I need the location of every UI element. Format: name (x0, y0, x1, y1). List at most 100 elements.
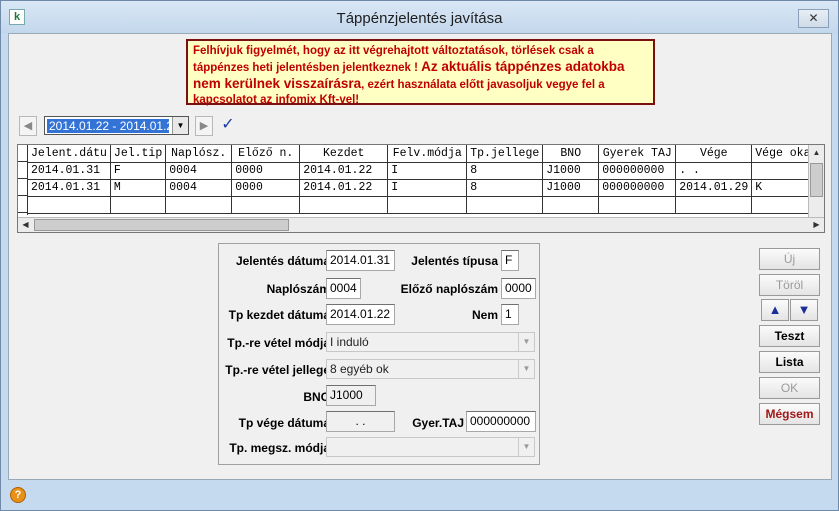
cell: I (387, 179, 468, 197)
close-button[interactable]: ✕ (798, 9, 829, 28)
new-button[interactable]: Új (759, 248, 820, 270)
jelentes-datuma-field[interactable]: 2014.01.31 (326, 250, 395, 271)
report-table: Jelent.dátu Jel.tip Naplósz. Előző n. Ke… (28, 145, 815, 214)
cell: 2014.01.31 (28, 162, 111, 180)
checkmark-icon[interactable]: ✓ (218, 115, 238, 135)
cell: . . (675, 162, 753, 180)
tp-vege-label: Tp vége dátuma (238, 416, 330, 430)
right-arrow-icon: ▶ (199, 120, 209, 132)
chevron-down-icon[interactable]: ▼ (518, 333, 534, 351)
cell: 0004 (165, 179, 233, 197)
gyer-taj-field[interactable]: 000000000 (466, 411, 536, 432)
vertical-scroll-thumb[interactable] (810, 163, 823, 197)
cell: 2014.01.22 (299, 162, 389, 180)
scroll-right-icon[interactable]: ▶ (809, 218, 824, 232)
megsz-modja-select[interactable]: ▼ (326, 437, 535, 457)
test-button[interactable]: Teszt (759, 325, 820, 347)
list-button[interactable]: Lista (759, 351, 820, 373)
vetel-modja-label: Tp.-re vétel módja (227, 336, 330, 350)
jelentes-tipusa-field[interactable]: F (501, 250, 519, 271)
horizontal-scroll-thumb[interactable] (34, 219, 289, 231)
vetel-jellege-value: 8 egyéb ok (330, 362, 389, 376)
nem-field[interactable]: 1 (501, 304, 519, 325)
client-area: Felhívjuk figyelmét, hogy az itt végreha… (8, 33, 832, 480)
report-grid[interactable]: Jelent.dátu Jel.tip Naplósz. Előző n. Ke… (17, 144, 825, 233)
window-title: Táppénzjelentés javítása (336, 10, 503, 27)
cell: 8 (466, 162, 544, 180)
jelentes-datuma-label: Jelentés dátuma (235, 254, 330, 268)
naploszam-label: Naplószám (266, 282, 330, 296)
tp-kezdet-field[interactable]: 2014.01.22 (326, 304, 395, 325)
table-header-row: Jelent.dátu Jel.tip Naplósz. Előző n. Ke… (28, 145, 815, 163)
main-window: k Táppénzjelentés javítása ✕ Felhívjuk f… (0, 0, 839, 511)
title-bar: k Táppénzjelentés javítása ✕ (1, 1, 838, 33)
cell: 2014.01.31 (28, 179, 111, 197)
col-header[interactable]: Vége oka (751, 145, 815, 163)
help-icon[interactable]: ? (10, 487, 26, 503)
row-indicator-column (18, 145, 28, 215)
cell: 000000000 (598, 179, 677, 197)
scroll-up-icon[interactable]: ▲ (809, 145, 824, 160)
col-header[interactable]: Gyerek TAJ (598, 145, 677, 163)
vertical-scrollbar[interactable]: ▲ (808, 145, 824, 217)
cell: I (387, 162, 468, 180)
col-header[interactable]: Felv.módja (387, 145, 468, 163)
nem-label: Nem (471, 308, 498, 322)
vetel-jellege-label: Tp.-re vétel jellege (225, 363, 330, 377)
table-row[interactable] (28, 196, 815, 214)
jelentes-tipusa-label: Jelentés típusa (411, 254, 498, 268)
col-header[interactable]: Előző n. (231, 145, 301, 163)
col-header[interactable]: Naplósz. (165, 145, 233, 163)
status-bar: ? (1, 481, 838, 510)
vetel-modja-select[interactable]: I induló ▼ (326, 332, 535, 352)
next-period-button[interactable]: ▶ (195, 116, 213, 136)
bno-field[interactable]: J1000 (326, 385, 376, 406)
cell: 0004 (165, 162, 233, 180)
cell: M (110, 179, 167, 197)
scroll-left-icon[interactable]: ◀ (18, 218, 33, 232)
warning-box: Felhívjuk figyelmét, hogy az itt végreha… (186, 39, 655, 106)
move-up-button[interactable]: ▲ (761, 299, 789, 321)
horizontal-scrollbar[interactable]: ◀ ▶ (18, 217, 824, 232)
move-down-button[interactable]: ▼ (790, 299, 818, 321)
vetel-modja-value: I induló (330, 335, 369, 349)
naploszam-field[interactable]: 0004 (326, 278, 361, 299)
period-select[interactable]: 2014.01.22 - 2014.01.28 ▼ (44, 116, 189, 135)
megsz-modja-label: Tp. megsz. módja (229, 441, 330, 455)
cell: F (110, 162, 167, 180)
cell: J1000 (542, 179, 600, 197)
up-arrow-icon: ▲ (768, 302, 782, 317)
cell: J1000 (542, 162, 600, 180)
elozo-naploszam-label: Előző naplószám (400, 282, 498, 296)
cancel-button[interactable]: Mégsem (759, 403, 820, 425)
cell: K (751, 179, 815, 197)
elozo-naploszam-field[interactable]: 0000 (501, 278, 536, 299)
tp-vege-field[interactable]: . . (326, 411, 395, 432)
tp-kezdet-label: Tp kezdet dátuma (228, 308, 330, 322)
left-arrow-icon: ◀ (23, 120, 33, 132)
cell: 0000 (231, 162, 301, 180)
ok-button[interactable]: OK (759, 377, 820, 399)
prev-period-button[interactable]: ◀ (19, 116, 37, 136)
table-row[interactable]: 2014.01.31 F 0004 0000 2014.01.22 I 8 J1… (28, 162, 815, 180)
period-selected-value: 2014.01.22 - 2014.01.28 (47, 119, 169, 133)
chevron-down-icon[interactable]: ▼ (172, 117, 188, 134)
vetel-jellege-select[interactable]: 8 egyéb ok ▼ (326, 359, 535, 379)
delete-button[interactable]: Töröl (759, 274, 820, 296)
cell: 2014.01.29 (675, 179, 753, 197)
col-header[interactable]: Jel.tip (110, 145, 167, 163)
gyer-taj-label: Gyer.TAJ (412, 416, 464, 430)
cell: 000000000 (598, 162, 677, 180)
col-header[interactable]: Kezdet (299, 145, 389, 163)
cell: 2014.01.22 (299, 179, 389, 197)
col-header[interactable]: BNO (542, 145, 600, 163)
col-header[interactable]: Tp.jellege (466, 145, 544, 163)
record-form: Jelentés dátuma 2014.01.31 Jelentés típu… (218, 243, 540, 465)
cell (751, 162, 815, 180)
chevron-down-icon[interactable]: ▼ (518, 438, 534, 456)
col-header[interactable]: Jelent.dátu (28, 145, 111, 163)
chevron-down-icon[interactable]: ▼ (518, 360, 534, 378)
table-row[interactable]: 2014.01.31 M 0004 0000 2014.01.22 I 8 J1… (28, 179, 815, 197)
cell: 0000 (231, 179, 301, 197)
col-header[interactable]: Vége (675, 145, 753, 163)
